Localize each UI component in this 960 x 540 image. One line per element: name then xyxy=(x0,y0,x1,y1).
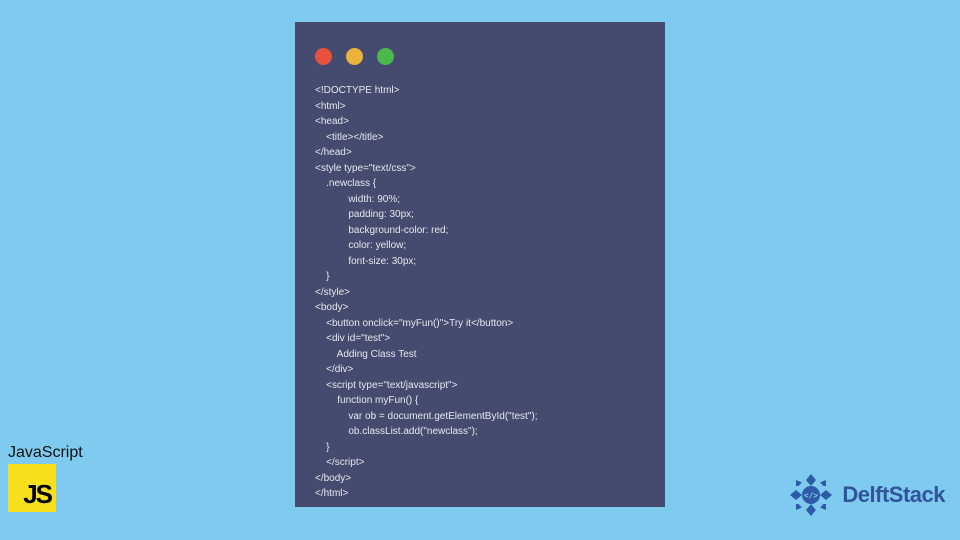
javascript-logo-icon: JS xyxy=(8,464,56,512)
js-logo-text: JS xyxy=(23,479,51,510)
code-window: <!DOCTYPE html> <html> <head> <title></t… xyxy=(295,22,665,507)
svg-text:</>: </> xyxy=(804,491,819,500)
close-icon xyxy=(315,48,332,65)
minimize-icon xyxy=(346,48,363,65)
window-traffic-lights xyxy=(295,38,665,77)
brand-name: DelftStack xyxy=(842,482,945,508)
maximize-icon xyxy=(377,48,394,65)
delftstack-logo-icon: </> xyxy=(786,470,836,520)
delftstack-brand: </> DelftStack xyxy=(786,470,945,520)
javascript-label: JavaScript xyxy=(8,444,83,462)
javascript-badge: JavaScript JS xyxy=(8,444,83,512)
code-block: <!DOCTYPE html> <html> <head> <title></t… xyxy=(295,77,665,502)
